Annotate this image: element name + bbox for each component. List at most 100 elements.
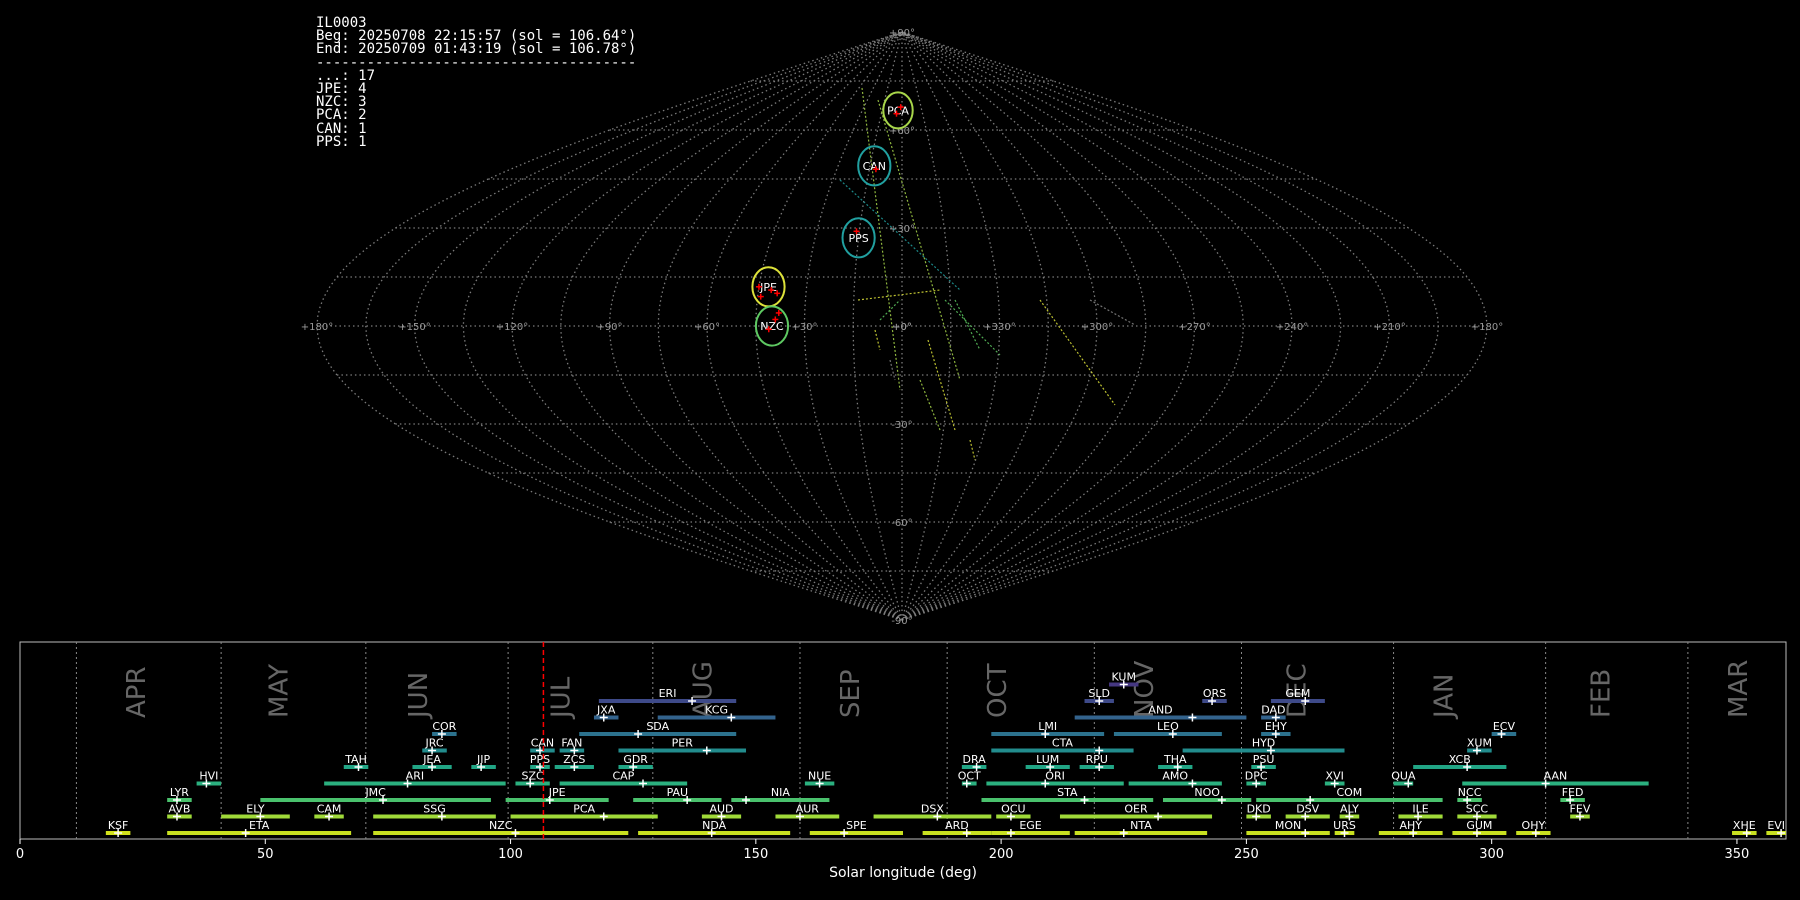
shower-name: HVI <box>199 770 218 783</box>
shower-name: SSG <box>423 803 446 816</box>
meteor-trail <box>919 379 941 431</box>
lon-tick-label: +120° <box>496 322 528 333</box>
meteor-trail <box>857 289 941 301</box>
info-panel: IL0003 Beg: 20250708 22:15:57 (sol = 106… <box>316 16 636 150</box>
shower-name: AMO <box>1162 770 1188 783</box>
shower-name: SCC <box>1466 803 1489 816</box>
shower-name: JMC <box>364 786 386 799</box>
month-label: APR <box>122 666 152 718</box>
shower-name: AVB <box>168 803 190 816</box>
shower-name: NUE <box>808 770 831 783</box>
meteor-trail <box>879 299 901 321</box>
meteor-trail <box>1039 299 1116 406</box>
month-label: MAY <box>264 664 294 718</box>
shower-name: DPC <box>1245 770 1268 783</box>
shower-name: DRA <box>963 753 987 766</box>
lon-tick-label: +300° <box>1081 322 1113 333</box>
shower-name: OCT <box>958 770 981 783</box>
shower-name: COM <box>1336 786 1362 799</box>
x-tick-label: 150 <box>743 847 768 862</box>
shower-name: ERI <box>659 687 677 700</box>
lat-tick-label: +90° <box>889 28 915 39</box>
shower-name: NZC <box>489 819 513 832</box>
shower-name: KSF <box>108 819 129 832</box>
shower-name: SPE <box>846 819 867 832</box>
x-tick-label: 100 <box>498 847 523 862</box>
lon-tick-label: +30° <box>791 322 817 333</box>
shower-name: ARD <box>945 819 969 832</box>
lon-tick-label: +330° <box>983 322 1015 333</box>
shower-name: AUD <box>709 803 733 816</box>
shower-name: PPS <box>530 753 550 766</box>
shower-name: OHY <box>1522 819 1546 832</box>
shower-name: QUA <box>1391 770 1416 783</box>
shower-name: SZC <box>522 770 545 783</box>
shower-name: PCA <box>573 803 595 816</box>
shower-name: CAM <box>317 803 342 816</box>
shower-name: ORI <box>1045 770 1065 783</box>
shower-name: DKD <box>1247 803 1271 816</box>
x-tick-label: 350 <box>1725 847 1750 862</box>
shower-name: MON <box>1275 819 1301 832</box>
shower-name: FAN <box>561 737 582 750</box>
shower-name: JEA <box>422 753 441 766</box>
lat-tick-label: -60° <box>891 518 912 529</box>
lon-tick-label: +180° <box>1471 322 1503 333</box>
shower-name: ALY <box>1340 803 1359 816</box>
shower-name: PSU <box>1253 753 1275 766</box>
shower-name: AUR <box>796 803 820 816</box>
shower-name: FEV <box>1570 803 1591 816</box>
info-count: PPS: 1 <box>316 133 367 150</box>
lon-tick-label: +180° <box>301 322 333 333</box>
shower-name: ELY <box>246 803 265 816</box>
lat-tick-label: +30° <box>889 224 915 235</box>
shower-name: DSX <box>921 803 944 816</box>
shower-name: EVI <box>1767 819 1785 832</box>
shower-name: LUM <box>1036 753 1059 766</box>
x-tick-label: 200 <box>989 847 1014 862</box>
meteor-trail <box>954 299 981 351</box>
month-label: FEB <box>1586 669 1616 718</box>
sky-map: +180° +150° +120° +90° +60° +30° +0° +330° +300°… <box>301 28 1503 627</box>
shower-name: RPU <box>1086 753 1108 766</box>
shower-name: AND <box>1148 704 1172 717</box>
month-label: JUN <box>404 672 434 720</box>
lon-tick-label: +60° <box>694 322 720 333</box>
shower-name: CAP <box>612 770 634 783</box>
shower-name: JPE <box>548 786 566 799</box>
month-label: SEP <box>836 669 866 718</box>
lat-tick-label: -30° <box>891 420 912 431</box>
shower-name: LMI <box>1038 720 1057 733</box>
meteor-trail <box>874 329 881 351</box>
shower-name: EHY <box>1265 720 1287 733</box>
meteor-trail <box>927 339 956 431</box>
shower-name: EGE <box>1019 819 1041 832</box>
shower-name: XHE <box>1733 819 1756 832</box>
shower-name: OER <box>1124 803 1148 816</box>
shower-name: PER <box>672 737 694 750</box>
x-tick-label: 300 <box>1479 847 1504 862</box>
shower-name: STA <box>1057 786 1078 799</box>
shower-name: DSV <box>1296 803 1319 816</box>
shower-name: ECV <box>1493 720 1516 733</box>
shower-name: JXA <box>596 704 616 717</box>
shower-name: GDR <box>623 753 648 766</box>
shower-name: GEM <box>1285 687 1310 700</box>
lon-tick-label: +210° <box>1373 322 1405 333</box>
month-label: JUL <box>546 676 576 720</box>
shower-name: OCU <box>1001 803 1025 816</box>
lon-tick-label: +90° <box>596 322 622 333</box>
meteor-trail <box>889 359 896 381</box>
shower-name: KCG <box>705 704 728 717</box>
shower-name: KUM <box>1112 671 1136 684</box>
shower-name: AHY <box>1399 819 1422 832</box>
meteor-trail <box>969 439 976 461</box>
shower-name: NCC <box>1458 786 1482 799</box>
shower-name: NOO <box>1194 786 1220 799</box>
x-tick-label: 50 <box>257 847 274 862</box>
shower-label: NZC <box>760 320 784 333</box>
radiant-marker <box>757 293 764 300</box>
shower-name: JIP <box>476 753 490 766</box>
shower-name: ORS <box>1203 687 1226 700</box>
shower-name: LEO <box>1157 720 1179 733</box>
